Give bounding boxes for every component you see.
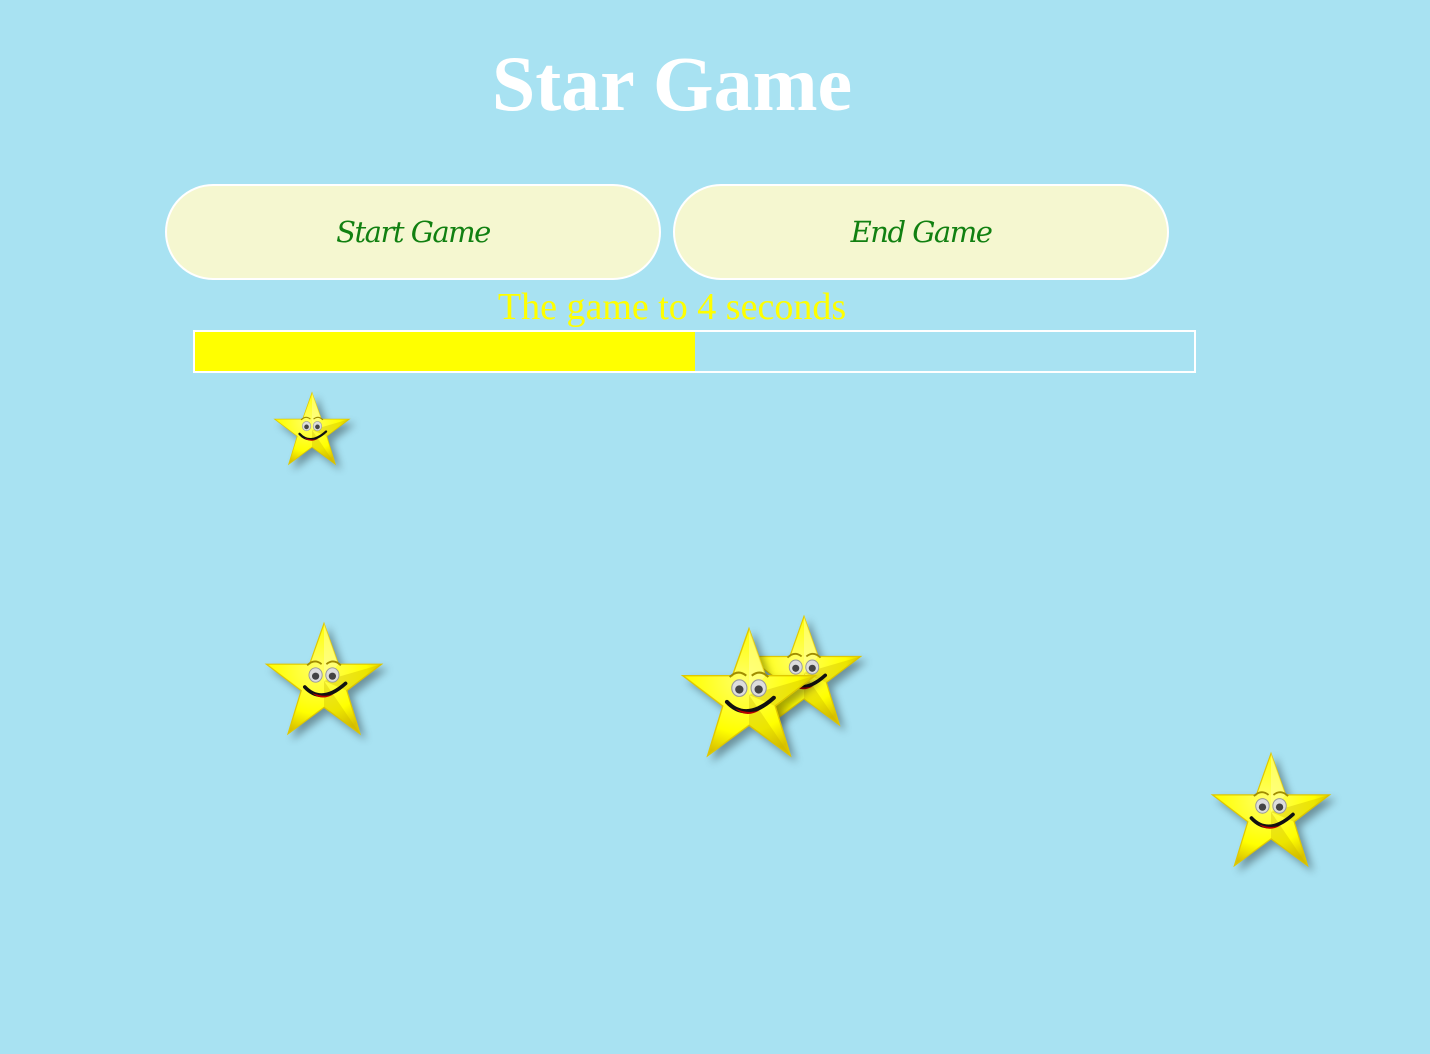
smiling-star-icon[interactable] <box>264 621 384 741</box>
timer-progress-fill <box>195 332 695 371</box>
page-title: Star Game <box>491 40 853 127</box>
game-stage: Star Game Start Game End Game The game t… <box>0 0 1430 1054</box>
smiling-star-icon[interactable] <box>1210 751 1332 873</box>
start-game-button[interactable]: Start Game <box>165 184 661 280</box>
timer-status-text: The game to 4 seconds <box>497 286 847 328</box>
smiling-star-icon[interactable] <box>680 626 818 764</box>
timer-progress-bar <box>193 330 1196 373</box>
end-game-button[interactable]: End Game <box>673 184 1169 280</box>
smiling-star-icon[interactable] <box>273 391 351 469</box>
